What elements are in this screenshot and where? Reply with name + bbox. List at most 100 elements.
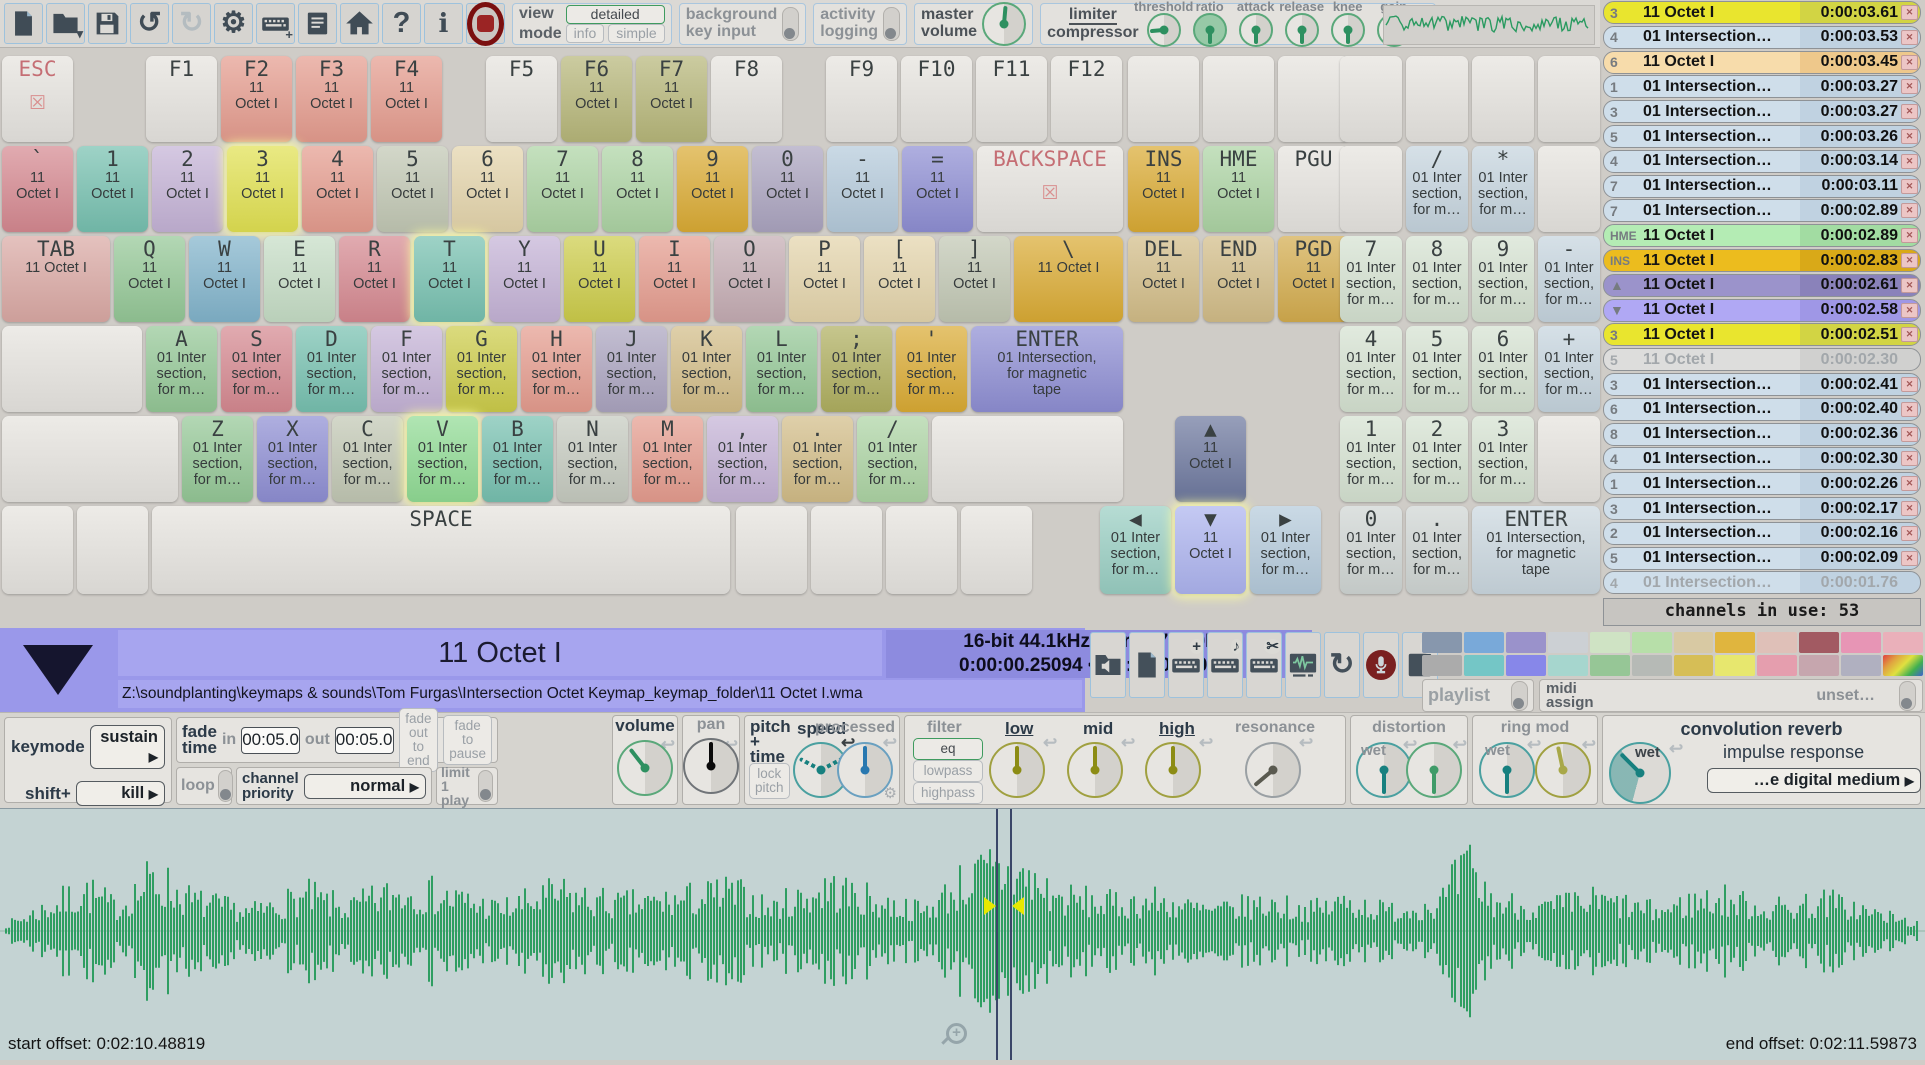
playlist-toggle[interactable]: [1511, 681, 1528, 711]
fade-out-input[interactable]: 00:05.0: [335, 727, 394, 754]
key-blank[interactable]: [1538, 146, 1600, 232]
palette-swatch[interactable]: [1506, 632, 1546, 653]
midi-assign-toggle[interactable]: [1899, 681, 1916, 711]
palette-swatch[interactable]: [1674, 632, 1714, 653]
key-f4[interactable]: F411 Octet I: [371, 56, 442, 142]
channel-close-icon[interactable]: ✕: [1901, 501, 1918, 516]
key-np5[interactable]: 501 Inter section, for m…: [1406, 326, 1468, 412]
impulse-response-select[interactable]: …e digital medium ▶: [1707, 768, 1921, 793]
key-blank[interactable]: [1340, 56, 1402, 142]
palette-swatch[interactable]: [1799, 632, 1839, 653]
key-end[interactable]: END11 Octet I: [1203, 236, 1274, 322]
key-esc[interactable]: ESC☒: [2, 56, 73, 142]
key-period[interactable]: .01 Inter section, for m…: [782, 416, 853, 502]
key-blank[interactable]: [2, 506, 73, 594]
key-tab[interactable]: TAB11 Octet I: [2, 236, 110, 322]
processed-gear-icon[interactable]: ⚙: [884, 784, 897, 802]
channel-row[interactable]: INS11 Octet I0:00:02.83✕: [1603, 249, 1921, 272]
channel-row[interactable]: 701 Intersection…0:00:03.11✕: [1603, 175, 1921, 198]
key-f3[interactable]: F311 Octet I: [296, 56, 367, 142]
key-d[interactable]: D01 Inter section, for m…: [296, 326, 367, 412]
eq-high-knob[interactable]: [1145, 742, 1201, 798]
channel-close-icon[interactable]: ✕: [1901, 551, 1918, 566]
limit-play-toggle[interactable]: [478, 770, 493, 802]
channel-close-icon[interactable]: ✕: [1901, 228, 1918, 243]
key-7[interactable]: 711 Octet I: [527, 146, 598, 232]
channel-row[interactable]: 301 Intersection…0:00:03.27✕: [1603, 100, 1921, 123]
key-pgd[interactable]: PGD11 Octet I: [1278, 236, 1349, 322]
key-blank[interactable]: [932, 416, 1123, 502]
channel-close-icon[interactable]: ✕: [1901, 129, 1918, 144]
key-4[interactable]: 411 Octet I: [302, 146, 373, 232]
channel-close-icon[interactable]: ✕: [1901, 377, 1918, 392]
key-blank[interactable]: [886, 506, 957, 594]
key-f7[interactable]: F711 Octet I: [636, 56, 707, 142]
key-9[interactable]: 911 Octet I: [677, 146, 748, 232]
ring-mod-wet-reset-icon[interactable]: ↩: [1527, 736, 1541, 753]
channel-close-icon[interactable]: ✕: [1901, 30, 1918, 45]
distortion-amount-reset-icon[interactable]: ↩: [1453, 736, 1467, 753]
key-blank[interactable]: [2, 326, 142, 412]
key-npperiod[interactable]: .01 Inter section, for m…: [1406, 506, 1468, 594]
import-sound-icon[interactable]: [1090, 632, 1126, 698]
channel-row[interactable]: 701 Intersection…0:00:02.89✕: [1603, 199, 1921, 222]
key-f10[interactable]: F10: [901, 56, 972, 142]
channel-close-icon[interactable]: ✕: [1901, 5, 1918, 20]
eq-low-reset-icon[interactable]: ↩: [1043, 734, 1057, 751]
key-blank[interactable]: [1538, 416, 1600, 502]
key-j[interactable]: J01 Inter section, for m…: [596, 326, 667, 412]
palette-swatch[interactable]: [1799, 655, 1839, 676]
lock-pitch-button[interactable]: lock pitch: [749, 763, 790, 799]
key-r[interactable]: R11 Octet I: [339, 236, 410, 322]
channel-close-icon[interactable]: ✕: [1901, 303, 1918, 318]
pan-knob[interactable]: [683, 738, 739, 794]
channel-row[interactable]: 501 Intersection…0:00:02.09✕: [1603, 547, 1921, 570]
key-lbracket[interactable]: [11 Octet I: [864, 236, 935, 322]
key-e[interactable]: E11 Octet I: [264, 236, 335, 322]
reload-icon[interactable]: ↻: [1324, 632, 1360, 698]
wave-editor-icon[interactable]: [1285, 632, 1321, 698]
reverb-wet-reset-icon[interactable]: ↩: [1669, 740, 1683, 757]
key-f[interactable]: F01 Inter section, for m…: [371, 326, 442, 412]
channel-row[interactable]: ▲11 Octet I0:00:02.61✕: [1603, 274, 1921, 297]
channel-row[interactable]: 801 Intersection…0:00:02.36✕: [1603, 423, 1921, 446]
key-np4[interactable]: 401 Inter section, for m…: [1340, 326, 1402, 412]
resonance-reset-icon[interactable]: ↩: [1299, 734, 1313, 751]
palette-swatch[interactable]: [1715, 655, 1755, 676]
key-c[interactable]: C01 Inter section, for m…: [332, 416, 403, 502]
key-blank[interactable]: [1278, 56, 1349, 142]
key-t[interactable]: T11 Octet I: [414, 236, 485, 322]
key-sound-icon[interactable]: ♪: [1207, 632, 1243, 698]
key-np1[interactable]: 101 Inter section, for m…: [1340, 416, 1402, 502]
key-f2[interactable]: F211 Octet I: [221, 56, 292, 142]
key-2[interactable]: 211 Octet I: [152, 146, 223, 232]
key-l[interactable]: L01 Inter section, for m…: [746, 326, 817, 412]
key-8[interactable]: 811 Octet I: [602, 146, 673, 232]
channel-close-icon[interactable]: ✕: [1901, 179, 1918, 194]
palette-swatch[interactable]: [1757, 655, 1797, 676]
mic-record-icon[interactable]: [1363, 632, 1399, 698]
key-blank[interactable]: [1203, 56, 1274, 142]
key-p[interactable]: P11 Octet I: [789, 236, 860, 322]
palette-swatch[interactable]: [1841, 632, 1881, 653]
current-sound-title[interactable]: 11 Octet I: [118, 630, 882, 676]
channel-row[interactable]: 601 Intersection…0:00:02.40✕: [1603, 398, 1921, 421]
key-backtick[interactable]: `11 Octet I: [2, 146, 73, 232]
key-w[interactable]: W11 Octet I: [189, 236, 260, 322]
palette-swatch[interactable]: [1715, 632, 1755, 653]
palette-swatch[interactable]: [1464, 632, 1504, 653]
loop-toggle[interactable]: [218, 770, 233, 802]
palette-swatch[interactable]: [1757, 632, 1797, 653]
palette-swatch[interactable]: [1632, 632, 1672, 653]
key-del[interactable]: DEL11 Octet I: [1128, 236, 1199, 322]
key-quote[interactable]: '01 Inter section, for m…: [896, 326, 967, 412]
channel-close-icon[interactable]: ✕: [1901, 327, 1918, 342]
key-slash[interactable]: /01 Inter section, for m…: [857, 416, 928, 502]
key-m[interactable]: M01 Inter section, for m…: [632, 416, 703, 502]
key-0[interactable]: 011 Octet I: [752, 146, 823, 232]
key-s[interactable]: S01 Inter section, for m…: [221, 326, 292, 412]
key-comma[interactable]: ,01 Inter section, for m…: [707, 416, 778, 502]
channel-row[interactable]: 611 Octet I0:00:03.45✕: [1603, 51, 1921, 74]
waveform-editor[interactable]: + start offset: 0:02:10.48819 end offset…: [0, 808, 1925, 1060]
key-q[interactable]: Q11 Octet I: [114, 236, 185, 322]
